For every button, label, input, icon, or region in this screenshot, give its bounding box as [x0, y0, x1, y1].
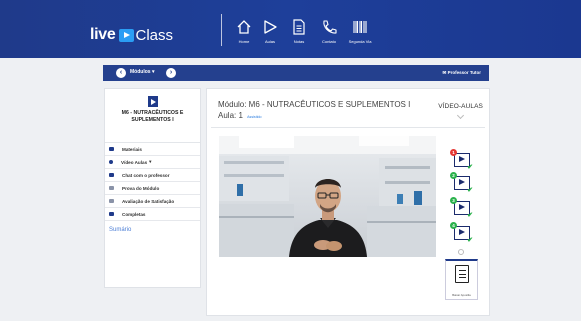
lesson-number-badge: 2 [450, 172, 457, 179]
folder-icon [109, 147, 114, 151]
header-divider [211, 127, 485, 128]
lesson-4-button[interactable]: 4 ✔ [450, 222, 474, 244]
checkbox-icon [109, 199, 114, 203]
logo-live-text: live [90, 26, 116, 43]
professor-tutor-link[interactable]: ✉ Professor Tutor [443, 70, 481, 76]
liveclass-logo[interactable]: live Class [90, 26, 173, 44]
lesson-2-button[interactable]: 2 ✔ [450, 172, 474, 194]
lesson-number-badge: 1 [450, 149, 457, 156]
checkmark-icon: ✔ [467, 237, 473, 244]
video-frame-image [219, 136, 436, 257]
phone-icon [320, 18, 338, 36]
document-icon [290, 18, 308, 36]
next-module-button[interactable]: › [166, 68, 176, 78]
chevron-down-icon[interactable] [456, 111, 465, 120]
lesson-number-badge: 4 [450, 222, 457, 229]
assistido-badge: Assistido [247, 115, 262, 119]
lesson-3-button[interactable]: 3 ✔ [450, 197, 474, 219]
sidebar-item-video-aulas[interactable]: Vídeo Aulas ▾ [105, 156, 200, 169]
chevron-down-icon: ▾ [149, 159, 152, 164]
module-navigation-bar: ‹ Módulos ▾ › ✉ Professor Tutor [103, 65, 489, 81]
sumario-link[interactable]: Sumário [105, 221, 200, 239]
sidebar-header: M6 - NUTRACÊUTICOS E SUPLEMENTOS I [105, 96, 200, 143]
module-sidebar: M6 - NUTRACÊUTICOS E SUPLEMENTOS I Mater… [104, 88, 201, 288]
previous-module-button[interactable]: ‹ [116, 68, 126, 78]
chat-icon [109, 173, 114, 177]
apostila-download-card[interactable]: Baixar Apostila [445, 259, 478, 300]
modules-dropdown[interactable]: Módulos ▾ [130, 69, 154, 75]
barcode-icon [351, 18, 369, 36]
logo-class-text: Class [135, 26, 174, 44]
nav-segunda-via[interactable]: Segunda Via [340, 18, 380, 44]
video-player[interactable] [219, 136, 436, 257]
play-circle-icon [109, 160, 113, 164]
checkmark-icon: ✔ [467, 212, 473, 219]
module-play-icon [147, 96, 158, 107]
scroll-indicator[interactable] [458, 249, 464, 255]
sidebar-item-avaliacao[interactable]: Avaliação de Satisfação [105, 195, 200, 208]
sidebar-item-prova[interactable]: Prova do Módulo [105, 182, 200, 195]
header-divider [221, 14, 222, 46]
lesson-1-button[interactable]: 1 ✔ [450, 149, 474, 171]
checkmark-icon: ✔ [467, 164, 473, 171]
videoaulas-header[interactable]: VÍDEO-AULAS [438, 103, 483, 110]
sidebar-module-title: M6 - NUTRACÊUTICOS E SUPLEMENTOS I [121, 110, 184, 123]
top-header: live Class Home Aulas Notas Contato Segu… [0, 0, 581, 58]
sidebar-item-chat[interactable]: Chat com o professor [105, 169, 200, 182]
module-heading: Módulo: M6 - NUTRACÊUTICOS E SUPLEMENTOS… [218, 100, 411, 120]
sidebar-item-completas[interactable]: Completas [105, 208, 200, 221]
trophy-icon [109, 212, 114, 216]
edit-icon [109, 186, 114, 190]
main-content-panel: Módulo: M6 - NUTRACÊUTICOS E SUPLEMENTOS… [206, 88, 490, 316]
apostila-label: Baixar Apostila [452, 293, 471, 297]
document-icon [455, 265, 469, 283]
play-icon [261, 18, 279, 36]
checkmark-icon: ✔ [467, 187, 473, 194]
sidebar-item-materiais[interactable]: Materiais [105, 143, 200, 156]
lesson-number-badge: 3 [450, 197, 457, 204]
logo-play-icon [118, 28, 134, 42]
